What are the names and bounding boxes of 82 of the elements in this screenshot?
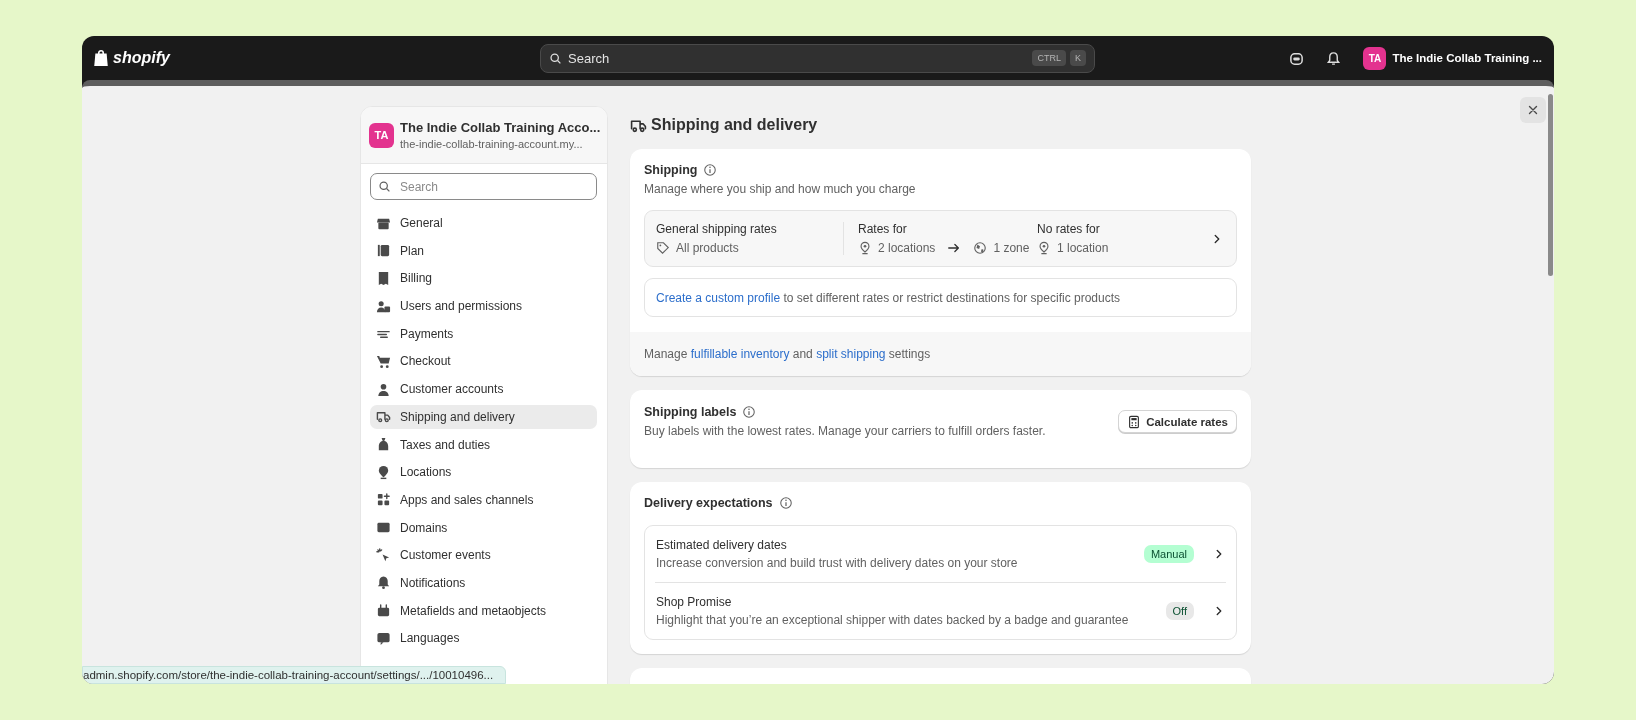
- setting-title: Shop Promise: [656, 595, 733, 609]
- search-field[interactable]: Search: [370, 173, 597, 200]
- setting-description: Increase conversion and build trust with delivery dates on your store: [656, 556, 1019, 570]
- sidebar-item[interactable]: Metafields and metaobjects: [370, 598, 597, 623]
- no-rates-label: No rates for: [1037, 222, 1101, 236]
- pin-icon: [376, 464, 391, 480]
- sidebar-item[interactable]: Billing: [370, 266, 597, 291]
- calculator-icon: [1127, 414, 1142, 429]
- close-button[interactable]: [1520, 97, 1546, 123]
- apps-icon: [376, 492, 391, 508]
- section-title: Delivery expectations: [644, 496, 773, 510]
- globe-icon: [973, 241, 988, 255]
- truck-icon: [376, 409, 391, 425]
- arrow-right-icon: [947, 241, 962, 255]
- page-title: Shipping and delivery: [651, 116, 818, 134]
- bell-icon: [376, 575, 391, 591]
- store-domain: the-indie-collab-training-account.my...: [400, 138, 584, 150]
- notebook-icon: [376, 243, 391, 259]
- box-icon: [376, 603, 391, 619]
- search-icon: [378, 180, 391, 193]
- sidebar-item[interactable]: Users and permissions: [370, 294, 597, 319]
- store-name: The Indie Collab Training Acco...: [400, 120, 601, 135]
- store-avatar[interactable]: TA: [1363, 46, 1387, 70]
- link[interactable]: fulfillable inventory: [690, 347, 790, 361]
- sidebar-item[interactable]: Notifications: [370, 570, 597, 595]
- section-description: Buy labels with the lowest rates. Manage your carriers to fulfill orders faster.: [644, 424, 1046, 438]
- calculate-rates-button[interactable]: Calculate rates: [1118, 410, 1237, 433]
- url-tooltip: admin.shopify.com/store/the-indie-collab-training-account/settings/.../10010496...: [82, 666, 507, 684]
- products-label: All products: [676, 241, 739, 255]
- users-icon: [376, 298, 391, 314]
- sidebar-item[interactable]: Customer events: [370, 543, 597, 568]
- locations-count: 2 locations: [878, 241, 936, 255]
- sidebar-item[interactable]: Customer accounts: [370, 377, 597, 402]
- sidebar-item[interactable]: Taxes and duties: [370, 432, 597, 457]
- profile-name: General shipping rates: [656, 222, 778, 236]
- cursor-icon: [376, 547, 391, 563]
- zones-count: 1 zone: [993, 241, 1030, 255]
- sidebar-item[interactable]: Checkout: [370, 349, 597, 374]
- pin-icon: [1037, 241, 1051, 255]
- info-icon: [778, 496, 793, 510]
- sidebar-item[interactable]: Plan: [370, 238, 597, 263]
- info-icon: [703, 163, 718, 177]
- translate-icon: [376, 630, 391, 646]
- info-icon: [742, 405, 757, 419]
- link[interactable]: split shipping: [816, 347, 886, 361]
- cart-icon: [376, 353, 391, 369]
- sidebar-item[interactable]: Locations: [370, 460, 597, 485]
- custom-profile-text: Create a custom profile to set different rates or restrict destinations for specific products: [656, 290, 1120, 305]
- bag-icon: [376, 437, 391, 452]
- tag-icon: [656, 241, 670, 255]
- scrollbar[interactable]: [1548, 94, 1553, 276]
- status-badge: Manual: [1143, 545, 1194, 563]
- section-title: Shipping: [644, 163, 698, 177]
- robot-icon: [1289, 50, 1305, 66]
- setting-description: Highlight that you’re an exceptional shipper with dates backed by a badge and guarantee: [656, 613, 1130, 627]
- section-description: Manage where you ship and how much you charge: [644, 182, 917, 196]
- store-name[interactable]: The Indie Collab Training ...: [1392, 52, 1542, 64]
- sidebar-item[interactable]: Apps and sales channels: [370, 487, 597, 512]
- sidebar-item[interactable]: Shipping and delivery: [370, 404, 597, 429]
- logo-text[interactable]: shopify: [113, 49, 170, 67]
- settings-row[interactable]: Estimated delivery dates Increase conversion and build trust with delivery dates on your store Manual: [655, 526, 1226, 582]
- link[interactable]: Create a custom profile: [656, 290, 781, 305]
- pin-icon: [858, 241, 872, 255]
- person-icon: [376, 381, 391, 397]
- sidebar-item[interactable]: Domains: [370, 515, 597, 540]
- sidebar-item[interactable]: Payments: [370, 321, 597, 346]
- section-title: Shipping labels: [644, 405, 737, 419]
- close-icon: [1526, 103, 1540, 117]
- search-icon: [549, 51, 562, 65]
- shipping-profile-row[interactable]: General shipping rates All products Rates for 2 locations 1 zone No rates for 1 location: [644, 210, 1237, 267]
- bag-icon: [92, 49, 110, 67]
- settings-row[interactable]: Shop Promise Highlight that you’re an exceptional shipper with dates backed by a badge and guarantee Off: [655, 582, 1226, 639]
- bell-icon: [1326, 50, 1342, 66]
- rates-label: Rates for: [858, 222, 908, 236]
- store-avatar: TA: [369, 122, 394, 148]
- locations-count: 1 location: [1057, 241, 1109, 255]
- receipt-icon: [376, 270, 391, 286]
- sidebar-item[interactable]: Languages: [370, 626, 597, 651]
- setting-title: Estimated delivery dates: [656, 538, 788, 552]
- status-badge: Off: [1165, 602, 1194, 620]
- sidebar-item[interactable]: General: [370, 211, 597, 235]
- footer-text: Manage fulfillable inventory and split shipping settings: [644, 347, 931, 361]
